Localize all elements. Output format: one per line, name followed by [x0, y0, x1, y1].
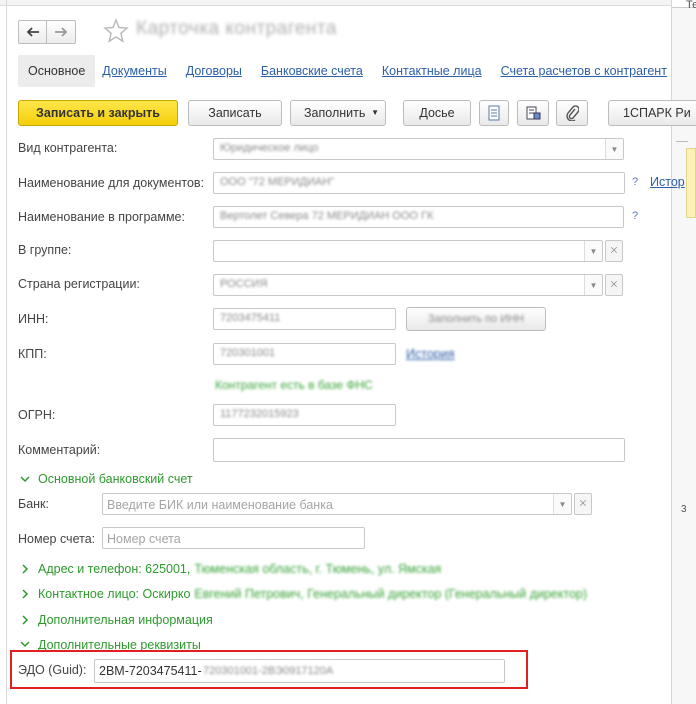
history-link[interactable]: Истор [650, 175, 685, 189]
clear-icon[interactable]: ⨉ [605, 240, 623, 262]
help-icon[interactable]: ? [632, 210, 638, 222]
chevron-down-icon[interactable]: ▼ [584, 241, 602, 261]
tab-documents[interactable]: Документы [95, 55, 173, 87]
account-placeholder: Номер счета [107, 532, 181, 546]
country-input[interactable]: РОССИЯ ▼ [213, 274, 603, 296]
clear-icon[interactable]: ⨉ [574, 493, 592, 515]
group-label: В группе: [18, 243, 72, 257]
right-panel-label: Те [686, 0, 696, 11]
fill-button-label: Заполнить [304, 106, 366, 120]
chevron-down-icon [20, 641, 30, 648]
bank-section-label: Основной банковский счет [38, 472, 193, 486]
edo-label: ЭДО (Guid): [18, 663, 87, 677]
printer-icon [526, 106, 541, 120]
kpp-input[interactable]: 720301001 [213, 343, 396, 365]
account-input[interactable]: Номер счета [102, 527, 365, 549]
window-top-strip [0, 0, 696, 6]
contact-label: Контактное лицо: Оскирко [38, 587, 191, 601]
ogrn-value: 1177232015923 [220, 408, 299, 420]
window-title: Карточка контрагента [136, 18, 337, 39]
right-panel-divider [676, 141, 688, 142]
save-and-close-button[interactable]: Записать и закрыть [18, 100, 178, 126]
paperclip-icon [566, 105, 579, 121]
address-label: Адрес и телефон: 625001, [38, 562, 191, 576]
ogrn-label: ОГРН: [18, 408, 56, 422]
address-section-toggle[interactable]: Адрес и телефон: 625001, Тюменская облас… [20, 562, 441, 576]
progname-value: Вертолет Севера 72 МЕРИДИАН ООО ГК [220, 210, 434, 222]
navigation-buttons [18, 20, 76, 44]
ogrn-input[interactable]: 1177232015923 [213, 404, 396, 426]
edo-guid-input[interactable]: 2BM-7203475411- 720301001-2ВЭ0917120А [94, 659, 505, 683]
kind-value: Юридическое лицо [220, 142, 319, 154]
bank-section-toggle[interactable]: Основной банковский счет [20, 472, 193, 486]
comment-input[interactable] [213, 438, 625, 462]
kpp-history-link[interactable]: История [406, 347, 454, 361]
back-button[interactable] [18, 20, 47, 44]
tab-main[interactable]: Основное [18, 55, 96, 87]
star-icon[interactable] [103, 17, 129, 45]
docname-label: Наименование для документов: [18, 176, 205, 190]
group-input[interactable]: ▼ [213, 240, 603, 262]
country-value: РОССИЯ [220, 278, 268, 290]
attach-button[interactable] [556, 100, 588, 126]
kind-select[interactable]: Юридическое лицо ▼ [213, 138, 624, 160]
docname-input[interactable]: ООО "72 МЕРИДИАН" [213, 172, 625, 194]
window-left-border [6, 0, 7, 704]
contact-section-toggle[interactable]: Контактное лицо: Оскирко Евгений Петрови… [20, 587, 587, 601]
help-icon[interactable]: ? [632, 176, 638, 188]
comment-label: Комментарий: [18, 443, 101, 457]
clear-icon[interactable]: ⨉ [605, 274, 623, 296]
save-button[interactable]: Записать [188, 100, 282, 126]
print-button[interactable] [517, 100, 549, 126]
kpp-label: КПП: [18, 347, 47, 361]
forward-button[interactable] [47, 20, 76, 44]
inn-input[interactable]: 7203475411 [213, 308, 396, 330]
account-label: Номер счета: [18, 532, 96, 546]
chevron-down-icon[interactable]: ▼ [553, 494, 571, 514]
contact-value: Евгений Петрович, Генеральный директор (… [194, 587, 588, 601]
country-label: Страна регистрации: [18, 277, 140, 291]
tab-bar: Основное Документы Договоры Банковские с… [18, 55, 674, 87]
additional-info-label: Дополнительная информация [38, 613, 213, 627]
chevron-down-icon: ▼ [371, 108, 379, 117]
spark-risks-button[interactable]: 1СПАРК Ри [608, 100, 696, 126]
document-list-icon [488, 105, 500, 121]
arrow-right-icon [55, 27, 68, 37]
address-value: Тюменская область, г. Тюмень, ул. Ямская [194, 562, 442, 576]
progname-input[interactable]: Вертолет Севера 72 МЕРИДИАН ООО ГК [213, 206, 624, 228]
fill-by-inn-label: Заполнить по ИНН [428, 313, 524, 325]
inn-label: ИНН: [18, 312, 49, 326]
chevron-down-icon[interactable]: ▼ [605, 139, 623, 159]
docname-value: ООО "72 МЕРИДИАН" [220, 176, 335, 188]
tab-settlement-accounts[interactable]: Счета расчетов с контрагент [489, 55, 674, 87]
chevron-down-icon [20, 476, 30, 483]
right-panel-scrollbar[interactable] [686, 148, 696, 218]
fill-by-inn-button[interactable]: Заполнить по ИНН [406, 307, 546, 331]
right-panel-number: 3 [681, 504, 687, 515]
arrow-left-icon [26, 27, 39, 37]
tab-contracts[interactable]: Договоры [174, 55, 249, 87]
bank-placeholder: Введите БИК или наименование банка [107, 498, 333, 512]
chevron-down-icon[interactable]: ▼ [584, 275, 602, 295]
dossier-button[interactable]: Досье [403, 100, 471, 126]
report-button[interactable] [479, 100, 509, 126]
inn-value: 7203475411 [220, 312, 281, 324]
additional-info-toggle[interactable]: Дополнительная информация [20, 613, 213, 627]
progname-label: Наименование в программе: [18, 210, 185, 224]
fill-dropdown-button[interactable]: Заполнить ▼ [290, 100, 386, 126]
edo-guid-value: 2BM-7203475411- [99, 664, 202, 678]
kpp-value: 720301001 [220, 347, 276, 359]
kind-label: Вид контрагента: [18, 141, 118, 155]
chevron-right-icon [22, 615, 29, 625]
chevron-right-icon [22, 589, 29, 599]
chevron-right-icon [22, 564, 29, 574]
verified-status: Контрагент есть в базе ФНС [215, 378, 373, 392]
tab-contact-persons[interactable]: Контактные лица [370, 55, 489, 87]
bank-input[interactable]: Введите БИК или наименование банка ▼ [102, 493, 572, 515]
tab-bank-accounts[interactable]: Банковские счета [249, 55, 370, 87]
edo-guid-blurred: 720301001-2ВЭ0917120А [203, 665, 334, 677]
bank-label: Банк: [18, 497, 49, 511]
